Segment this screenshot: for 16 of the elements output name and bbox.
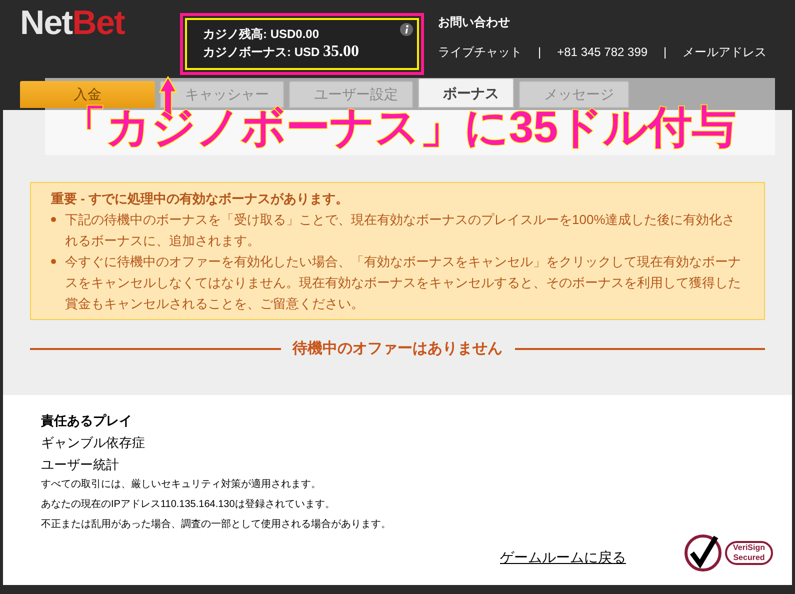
footer-note: 不正または乱用があった場合、調査の一部として使用される場合があります。 bbox=[41, 518, 392, 532]
casino-balance: カジノ残高: USD0.00 bbox=[203, 26, 320, 43]
contact-title: お問い合わせ bbox=[438, 14, 511, 31]
casino-bonus: カジノボーナス: USD 35.00 bbox=[203, 43, 360, 61]
notice-text: 下記の待機中のボーナスを「受け取る」ことで、現在有効なボーナスのプレイスルーを100%達成した後に有効化されるボーナスに、追加されます。 bbox=[65, 211, 736, 250]
empty-offers-message: 待機中のオファーはありません bbox=[292, 339, 502, 359]
notice-title: 重要 - すでに処理中の有効なボーナスがあります。 bbox=[51, 190, 350, 208]
footer-note: すべての取引には、厳しいセキュリティ対策が適用されます。 bbox=[41, 478, 322, 492]
separator: | bbox=[664, 44, 667, 61]
logo: NetBet bbox=[19, 3, 126, 44]
separator: | bbox=[538, 44, 542, 61]
badge-text: Secured bbox=[733, 553, 766, 563]
footer-note: あなたの現在のIPアドレス110.135.164.130は登録されています。 bbox=[41, 498, 336, 512]
badge-text: VeriSign bbox=[733, 543, 766, 553]
notice-text: 今すぐに待機中のオファーを有効化したい場合、「有効なボーナスをキャンセル」をクリックして現在有効なボーナスをキャンセルしなくてはなりません。現在有効なボーナスをキャンセルすると、そのボーナスを利用して獲得した賞金もキャンセルされることを、ご留意ください。 bbox=[65, 253, 742, 313]
footer-heading: 責任あるプレイ bbox=[41, 412, 133, 430]
